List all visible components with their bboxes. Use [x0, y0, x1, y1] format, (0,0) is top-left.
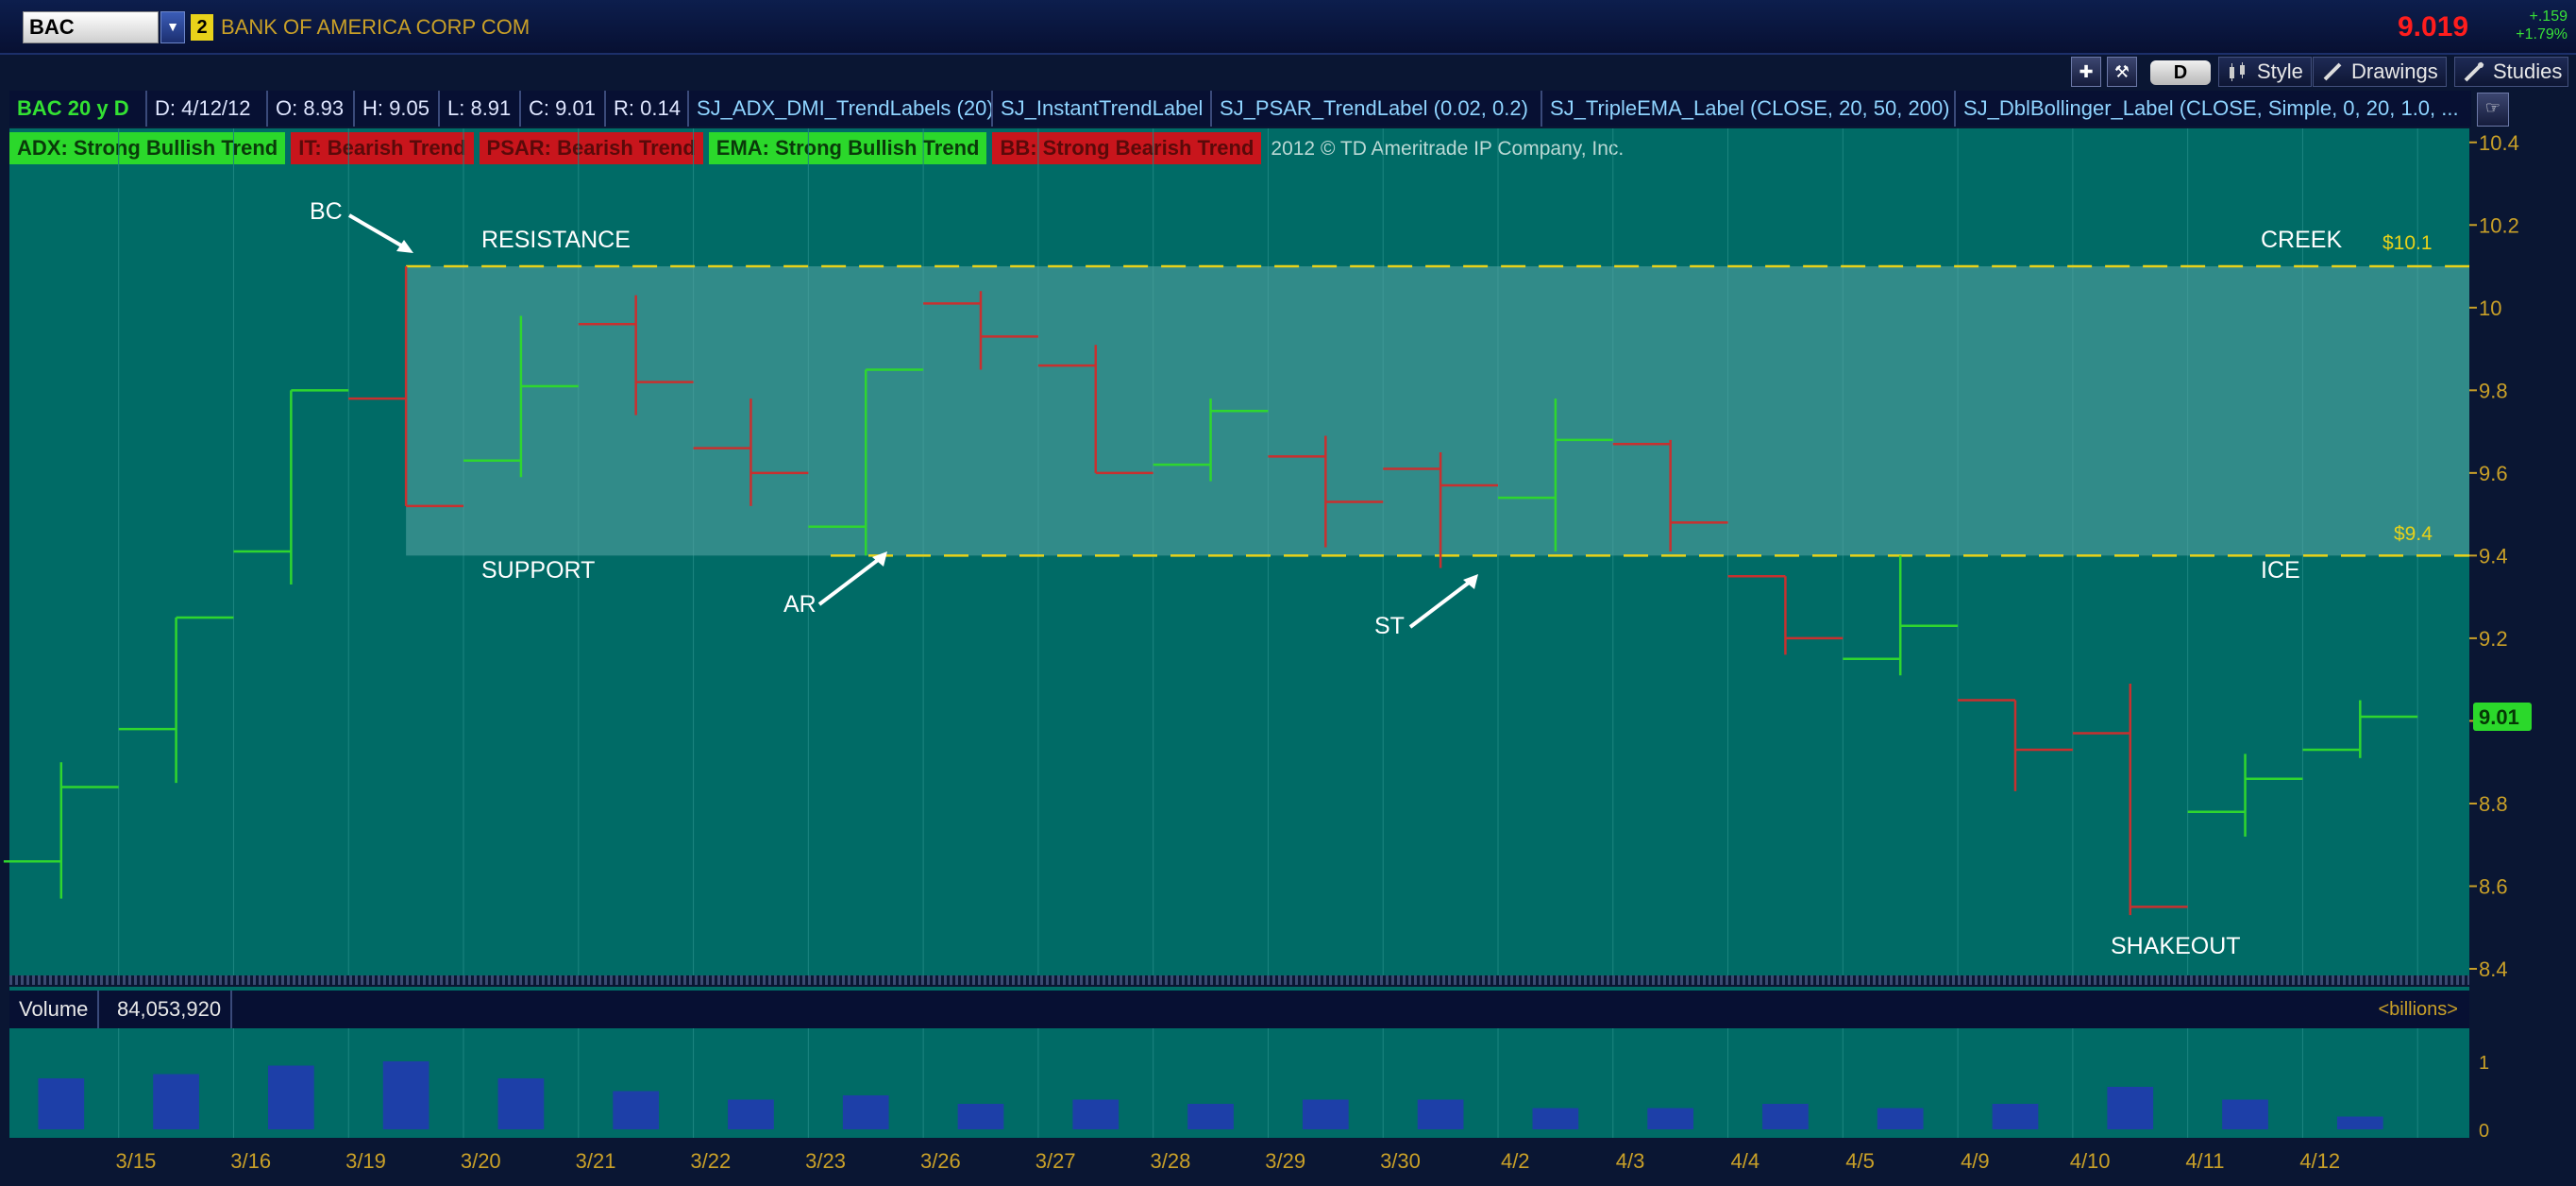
date-tick-label: 3/23	[805, 1149, 847, 1173]
trend-label-ema: EMA: Strong Bullish Trend	[708, 132, 987, 164]
date-tick-label: 3/15	[115, 1149, 157, 1173]
date-tick-label: 4/11	[2185, 1149, 2225, 1173]
date-tick-label: 4/3	[1615, 1149, 1645, 1173]
date-tick-label: 3/20	[460, 1149, 501, 1173]
hand-cursor-icon: ☞	[2484, 98, 2501, 117]
aggregation-button[interactable]: D	[2150, 60, 2211, 85]
symbol-dropdown-button[interactable]: ▼	[160, 11, 185, 43]
style-button[interactable]: Style	[2218, 57, 2312, 87]
studies-label: Studies	[2493, 59, 2563, 83]
chevron-down-icon: ▼	[166, 19, 179, 34]
volume-label: Volume	[9, 991, 100, 1028]
price-chart[interactable]	[9, 128, 2469, 975]
date-tick-label: 4/2	[1500, 1149, 1530, 1173]
date-tick-label: 3/22	[690, 1149, 732, 1173]
bar-low: L: 8.91	[440, 91, 521, 127]
drawings-label: Drawings	[2351, 59, 2438, 83]
bar-close: C: 9.01	[521, 91, 606, 127]
change-abs: +.159	[2529, 8, 2568, 25]
drawings-button[interactable]: Drawings	[2313, 57, 2447, 87]
study-label[interactable]: SJ_TripleEMA_Label (CLOSE, 20, 50, 200)	[1542, 91, 1956, 127]
trend-label-adx: ADX: Strong Bullish Trend	[9, 132, 286, 164]
change-pct: +1.79%	[2516, 26, 2568, 42]
settings-icon-button[interactable]: ⚒	[2107, 57, 2137, 87]
studies-button[interactable]: Studies	[2454, 57, 2569, 87]
date-tick-label: 3/29	[1265, 1149, 1306, 1173]
study-label[interactable]: SJ_DblBollinger_Label (CLOSE, Simple, 0,…	[1956, 91, 2471, 127]
date-tick-label: 3/30	[1380, 1149, 1421, 1173]
bar-date: D: 4/12/12	[147, 91, 268, 127]
style-label: Style	[2257, 59, 2303, 83]
trend-label-bb: BB: Strong Bearish Trend	[992, 132, 1262, 164]
date-tick-label: 3/27	[1035, 1149, 1076, 1173]
company-name: BANK OF AMERICA CORP COM	[221, 15, 530, 39]
chart-info-bar: BAC 20 y D D: 4/12/12 O: 8.93 H: 9.05 L:…	[9, 91, 2471, 127]
trend-label-psar: PSAR: Bearish Trend	[479, 132, 703, 164]
panel-splitter[interactable]	[9, 975, 2469, 985]
candles-icon	[2227, 61, 2249, 82]
date-tick-label: 3/21	[575, 1149, 616, 1173]
title-bar: BAC ▼ 2 BANK OF AMERICA CORP COM 9.019 +…	[0, 0, 2576, 55]
flask-icon	[2463, 61, 2485, 82]
symbol-input[interactable]: BAC	[23, 11, 159, 43]
cursor-mode-button[interactable]: ☞	[2477, 93, 2509, 127]
copyright-text: 2012 © TD Ameritrade IP Company, Inc.	[1271, 138, 1625, 160]
last-price: 9.019	[2398, 11, 2469, 42]
bar-high: H: 9.05	[355, 91, 440, 127]
date-tick-label: 4/4	[1730, 1149, 1760, 1173]
chart-title: BAC 20 y D	[9, 91, 147, 127]
pencil-icon	[2321, 61, 2344, 82]
link-group-badge[interactable]: 2	[191, 14, 213, 41]
volume-units: <billions>	[2378, 999, 2458, 1020]
volume-header: Volume 84,053,920 <billions>	[9, 991, 2469, 1028]
price-axis[interactable]	[2469, 128, 2576, 1186]
date-tick-label: 4/12	[2299, 1149, 2341, 1173]
date-tick-label: 3/16	[230, 1149, 272, 1173]
chart-toolbar: ✚ ⚒ D Style Drawings Studies	[0, 55, 2576, 89]
volume-value: 84,053,920	[108, 991, 233, 1028]
date-tick-label: 3/19	[345, 1149, 386, 1173]
date-tick-label: 4/9	[1961, 1149, 1990, 1173]
date-axis[interactable]: 3/15 3/16 3/19 3/20 3/21 3/22 3/23 3/26 3/27 3/28…	[9, 1140, 2469, 1186]
bar-range: R: 0.14	[606, 91, 689, 127]
study-label[interactable]: SJ_InstantTrendLabel	[993, 91, 1212, 127]
bar-open: O: 8.93	[268, 91, 355, 127]
price-change: +.159 +1.79%	[2500, 8, 2568, 43]
date-tick-label: 4/5	[1845, 1149, 1875, 1173]
date-tick-label: 4/10	[2069, 1149, 2111, 1173]
wrench-icon: ⚒	[2113, 62, 2130, 81]
date-tick-label: 3/28	[1150, 1149, 1191, 1173]
study-label[interactable]: SJ_ADX_DMI_TrendLabels (20)	[689, 91, 993, 127]
study-label[interactable]: SJ_PSAR_TrendLabel (0.02, 0.2)	[1212, 91, 1542, 127]
date-tick-label: 3/26	[919, 1149, 961, 1173]
trend-label-it: IT: Bearish Trend	[291, 132, 474, 164]
cursor-icon: ✚	[2079, 62, 2094, 81]
tools-icon-button[interactable]: ✚	[2071, 57, 2101, 87]
